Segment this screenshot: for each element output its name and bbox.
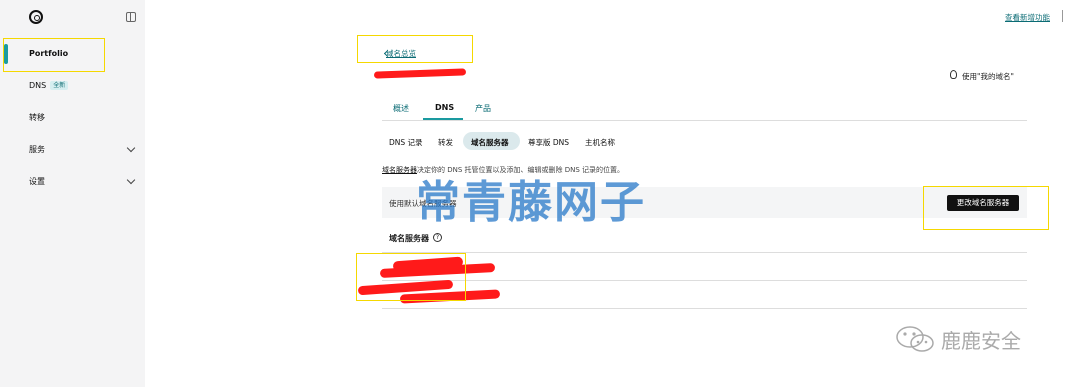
highlight-box — [356, 253, 466, 301]
divider — [1062, 10, 1063, 22]
nameserver-info-link[interactable]: 域名服务器 — [382, 166, 417, 174]
subtab-dns-records[interactable]: DNS 记录 — [389, 137, 423, 148]
my-domains-tip-link[interactable]: 使用"我的域名" — [962, 71, 1014, 82]
sidebar-item-transfer[interactable]: 转移 — [0, 108, 145, 128]
subtab-premium-dns[interactable]: 尊享版 DNS — [528, 137, 569, 148]
divider — [382, 252, 1027, 253]
divider — [382, 280, 1027, 281]
sidebar-item-label: 转移 — [29, 113, 45, 122]
divider — [382, 120, 1027, 121]
sidebar-item-label: DNS — [29, 81, 47, 90]
subtab-forwarding[interactable]: 转发 — [438, 137, 453, 148]
tab-dns[interactable]: DNS — [435, 103, 454, 112]
help-icon[interactable]: ? — [433, 233, 442, 242]
sidebar-item-settings[interactable]: 设置 — [0, 172, 145, 192]
whats-new-link[interactable]: 查看新增功能 — [1005, 12, 1050, 23]
sidebar-item-label: 设置 — [29, 177, 45, 186]
divider — [382, 308, 1027, 309]
tab-products[interactable]: 产品 — [475, 103, 491, 114]
collapse-sidebar-icon[interactable] — [126, 12, 136, 22]
subtab-nameservers[interactable]: 域名服务器 — [471, 137, 509, 148]
nameservers-heading: 域名服务器 — [389, 234, 429, 243]
tab-overview[interactable]: 概述 — [393, 103, 409, 114]
sidebar-item-dns[interactable]: DNS 全新 — [0, 76, 145, 96]
watermark-text: 常青藤网子 — [416, 177, 646, 228]
new-badge: 全新 — [50, 81, 69, 90]
subtab-hostnames[interactable]: 主机名称 — [585, 137, 615, 148]
godaddy-logo-icon[interactable] — [29, 10, 43, 24]
highlight-box — [3, 38, 105, 72]
sidebar-item-services[interactable]: 服务 — [0, 140, 145, 160]
lightbulb-icon — [950, 70, 957, 79]
sidebar-item-label: 服务 — [29, 145, 45, 154]
highlight-box — [923, 186, 1049, 230]
wechat-account-name: 鹿鹿安全 — [941, 329, 1021, 353]
wechat-icon — [896, 326, 934, 352]
highlight-box — [357, 35, 473, 63]
redaction-mark — [373, 68, 467, 79]
